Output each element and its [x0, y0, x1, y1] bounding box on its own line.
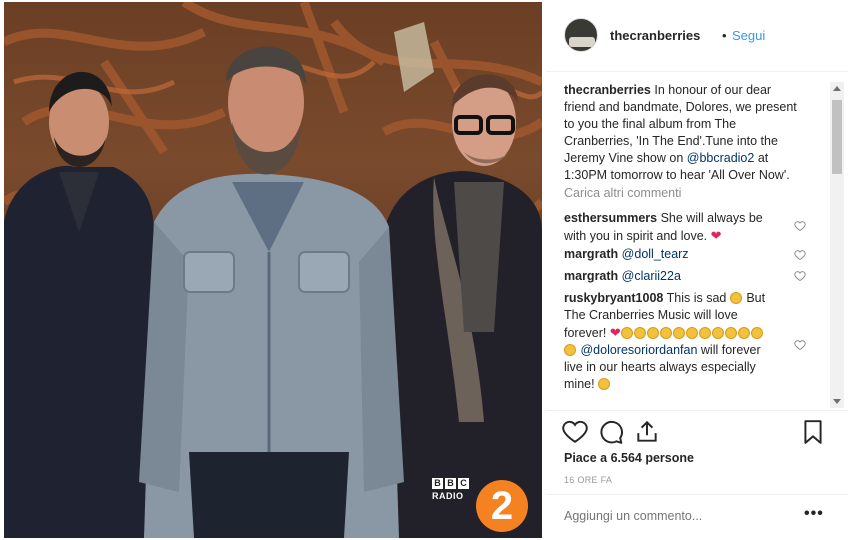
- scrollbar-thumb[interactable]: [832, 100, 842, 174]
- post-header: thecranberries • Segui: [546, 0, 848, 72]
- sad-emoji-icon: [711, 327, 724, 339]
- comment-icon[interactable]: [598, 419, 624, 445]
- sad-emoji-icon: [750, 327, 763, 339]
- comment-mention[interactable]: @doll_tearz: [622, 247, 689, 261]
- comment-like-heart-icon[interactable]: [794, 339, 806, 351]
- post-photo[interactable]: B B C RADIO 2: [4, 2, 542, 538]
- comment-item: margrath @doll_tearz: [564, 246, 808, 263]
- add-comment-input[interactable]: [564, 509, 784, 523]
- add-comment-bar: •••: [546, 494, 848, 540]
- comment-mention[interactable]: @clarii22a: [622, 269, 681, 283]
- sad-emoji-icon: [646, 327, 659, 339]
- bbc-block-c: C: [458, 478, 469, 489]
- sad-emoji-icon: [698, 327, 711, 339]
- sad-emoji-icon: [564, 344, 576, 356]
- heart-outline-icon[interactable]: [562, 419, 588, 445]
- comment-username[interactable]: esthersummers: [564, 211, 657, 225]
- sad-emoji-icon: [685, 327, 698, 339]
- comments-scrollbar[interactable]: [830, 82, 844, 408]
- header-separator: •: [722, 28, 727, 43]
- red-heart-icon: ❤: [609, 325, 621, 340]
- scroll-up-arrow-icon[interactable]: [833, 86, 841, 91]
- red-heart-icon: ❤: [710, 228, 722, 243]
- more-options-icon[interactable]: •••: [804, 505, 824, 523]
- bbc-logo-blocks: B B C: [432, 478, 472, 489]
- follow-button[interactable]: Segui: [732, 28, 765, 43]
- sad-emoji-icon: [620, 327, 633, 339]
- instagram-post: B B C RADIO 2 thecranberries • Segui the…: [0, 0, 848, 540]
- sad-emoji-icon: [598, 378, 611, 390]
- bookmark-icon[interactable]: [800, 419, 826, 445]
- caption-mention[interactable]: @bbcradio2: [687, 151, 755, 165]
- comment-like-heart-icon[interactable]: [794, 220, 806, 232]
- caption: thecranberries In honour of our dear fri…: [564, 82, 804, 184]
- header-username[interactable]: thecranberries: [610, 28, 700, 43]
- comment-item: ruskybryant1008 This is sad But The Cran…: [564, 290, 776, 393]
- sad-emoji-icon: [724, 327, 737, 339]
- share-icon[interactable]: [634, 419, 660, 445]
- post-timestamp[interactable]: 16 ORE FA: [564, 475, 612, 485]
- radio-label: RADIO: [432, 491, 464, 501]
- sad-emoji-icon: [672, 327, 685, 339]
- sad-emoji-icon: [737, 327, 750, 339]
- sad-emoji-icon: [729, 292, 742, 304]
- sad-emoji-icon: [633, 327, 646, 339]
- band-photo-illustration: [4, 2, 542, 538]
- likes-count[interactable]: Piace a 6.564 persone: [564, 451, 694, 465]
- bbc-radio-logo: B B C RADIO: [432, 478, 472, 501]
- avatar[interactable]: [564, 18, 598, 52]
- comment-like-heart-icon[interactable]: [794, 249, 806, 261]
- sad-emoji-icon: [659, 327, 672, 339]
- comment-username[interactable]: margrath: [564, 269, 618, 283]
- comment-mention[interactable]: @doloresoriordanfan: [580, 343, 697, 357]
- comment-item: esthersummers She will always be with yo…: [564, 210, 774, 245]
- caption-username[interactable]: thecranberries: [564, 83, 651, 97]
- radio-2-badge: 2: [476, 480, 528, 532]
- load-more-comments-button[interactable]: Carica altri commenti: [564, 186, 681, 200]
- comment-username[interactable]: margrath: [564, 247, 618, 261]
- post-side-panel: thecranberries • Segui thecranberries In…: [546, 0, 848, 540]
- comment-username[interactable]: ruskybryant1008: [564, 291, 663, 305]
- scroll-down-arrow-icon[interactable]: [833, 399, 841, 404]
- comments-section[interactable]: thecranberries In honour of our dear fri…: [546, 72, 848, 410]
- comment-text: This is sad: [666, 291, 727, 305]
- comment-item: margrath @clarii22a: [564, 268, 808, 285]
- bbc-block-b2: B: [445, 478, 456, 489]
- bbc-block-b1: B: [432, 478, 443, 489]
- comment-like-heart-icon[interactable]: [794, 270, 806, 282]
